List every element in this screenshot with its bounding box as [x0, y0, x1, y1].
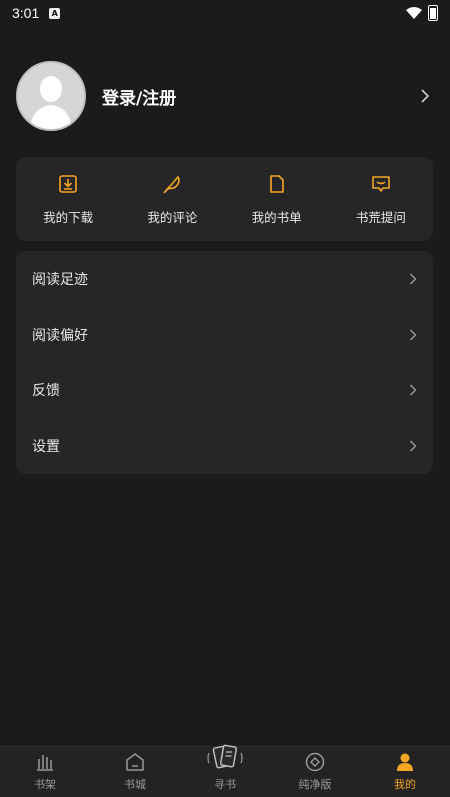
- menu-item-label: 设置: [32, 439, 60, 456]
- tab-bookstore[interactable]: 书城: [90, 747, 180, 797]
- quick-action-label: 我的下载: [43, 210, 94, 225]
- tab-label: 书城: [124, 778, 146, 791]
- tab-label: 纯净版: [298, 778, 332, 791]
- default-avatar-icon: [18, 63, 84, 129]
- settings-menu: 阅读足迹 阅读偏好 反馈 设置: [16, 251, 433, 474]
- menu-item-feedback[interactable]: 反馈: [16, 363, 433, 419]
- document-icon: [269, 175, 284, 193]
- status-bar: 3:01 A: [0, 0, 450, 26]
- cards-icon: [207, 744, 243, 769]
- avatar[interactable]: [16, 61, 86, 131]
- tab-find-book[interactable]: 寻书: [180, 744, 270, 797]
- menu-item-settings[interactable]: 设置: [16, 418, 433, 474]
- status-time: 3:01: [12, 5, 40, 21]
- notification-icon: A: [49, 7, 61, 19]
- person-icon: [397, 753, 413, 771]
- menu-item-label: 阅读偏好: [32, 327, 88, 344]
- my-booklist-button[interactable]: 我的书单: [225, 157, 329, 241]
- quick-actions-card: 我的下载 我的评论 我的书单 书荒提问: [16, 157, 433, 241]
- menu-item-reading-preference[interactable]: 阅读偏好: [16, 307, 433, 363]
- feather-icon: [163, 175, 181, 194]
- quick-action-label: 书荒提问: [355, 210, 406, 225]
- wifi-icon: [406, 7, 422, 19]
- tab-bookshelf[interactable]: 书架: [0, 747, 90, 797]
- tab-mine[interactable]: 我的: [360, 747, 450, 797]
- battery-icon: [428, 5, 438, 21]
- menu-item-label: 阅读足迹: [32, 271, 88, 288]
- quick-action-label: 我的书单: [251, 210, 302, 225]
- chevron-right-icon: [410, 329, 417, 341]
- chevron-right-icon: [410, 440, 417, 452]
- tab-label: 我的: [394, 778, 416, 791]
- book-request-button[interactable]: 书荒提问: [329, 157, 433, 241]
- profile-header[interactable]: 登录/注册: [16, 60, 434, 132]
- menu-item-reading-history[interactable]: 阅读足迹: [16, 251, 433, 307]
- quick-action-label: 我的评论: [147, 210, 198, 225]
- chevron-right-icon: [410, 384, 417, 396]
- chevron-right-icon: [410, 273, 417, 285]
- bottom-tab-bar: 书架 书城 寻书 纯净版 我的: [0, 744, 450, 797]
- chevron-right-icon: [421, 89, 430, 103]
- menu-item-label: 反馈: [32, 383, 60, 400]
- pure-icon: [305, 752, 325, 772]
- download-icon: [59, 175, 77, 193]
- tab-pure-version[interactable]: 纯净版: [270, 747, 360, 797]
- tab-label: 书架: [34, 778, 56, 791]
- status-indicators: [406, 5, 438, 21]
- tab-label: 寻书: [214, 778, 236, 791]
- bookstore-icon: [126, 753, 144, 771]
- my-downloads-button[interactable]: 我的下载: [16, 157, 120, 241]
- bookshelf-icon: [37, 755, 53, 771]
- my-comments-button[interactable]: 我的评论: [120, 157, 224, 241]
- login-register-link[interactable]: 登录/注册: [102, 84, 176, 109]
- chat-icon: [372, 176, 390, 192]
